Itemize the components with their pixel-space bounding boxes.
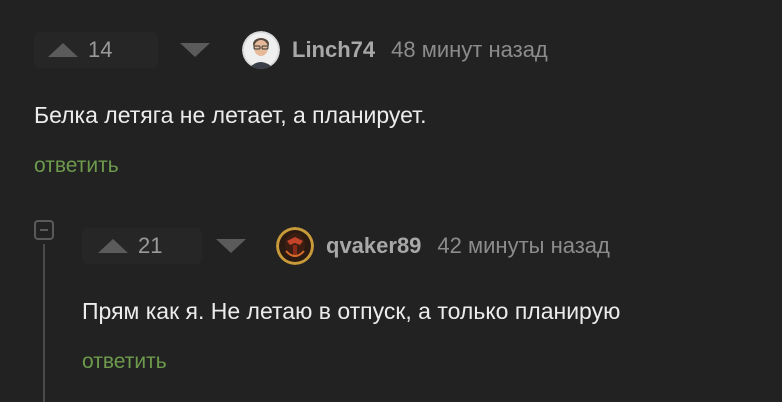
comment-header: 21 qvaker89 42 минуты назад bbox=[82, 227, 610, 265]
reply-link[interactable]: ответить bbox=[34, 154, 119, 178]
timestamp: 48 минут назад bbox=[391, 37, 548, 62]
comment-header: 14 Linch74 48 минут назад bbox=[34, 31, 548, 69]
timestamp: 42 минуты назад bbox=[437, 233, 610, 258]
minus-square-icon[interactable] bbox=[34, 220, 54, 240]
triangle-down-icon bbox=[216, 239, 246, 253]
triangle-up-icon bbox=[48, 43, 78, 57]
thread-line[interactable] bbox=[43, 244, 45, 402]
comment-thread: 14 Linch74 48 минут назад Белка летяга н… bbox=[0, 0, 782, 402]
rating-box: 21 bbox=[82, 228, 202, 264]
rating-count: 14 bbox=[88, 37, 113, 62]
triangle-down-icon bbox=[180, 43, 210, 57]
avatar[interactable] bbox=[276, 227, 314, 265]
rating-box: 14 bbox=[34, 32, 158, 68]
username[interactable]: qvaker89 bbox=[326, 233, 421, 259]
reply-link[interactable]: ответить bbox=[82, 350, 167, 374]
upvote-button[interactable] bbox=[98, 239, 128, 253]
downvote-button[interactable] bbox=[216, 239, 246, 253]
comment-text: Прям как я. Не летаю в отпуск, а только … bbox=[82, 298, 621, 324]
rating-count: 21 bbox=[138, 233, 163, 258]
user-avatar-photo-icon bbox=[242, 31, 280, 69]
upvote-button[interactable] bbox=[48, 43, 78, 57]
username[interactable]: Linch74 bbox=[292, 37, 375, 63]
comment-text: Белка летяга не летает, а планирует. bbox=[34, 102, 427, 128]
downvote-button[interactable] bbox=[180, 43, 210, 57]
triangle-up-icon bbox=[98, 239, 128, 253]
avatar[interactable] bbox=[242, 31, 280, 69]
user-avatar-helmet-icon bbox=[276, 227, 314, 265]
